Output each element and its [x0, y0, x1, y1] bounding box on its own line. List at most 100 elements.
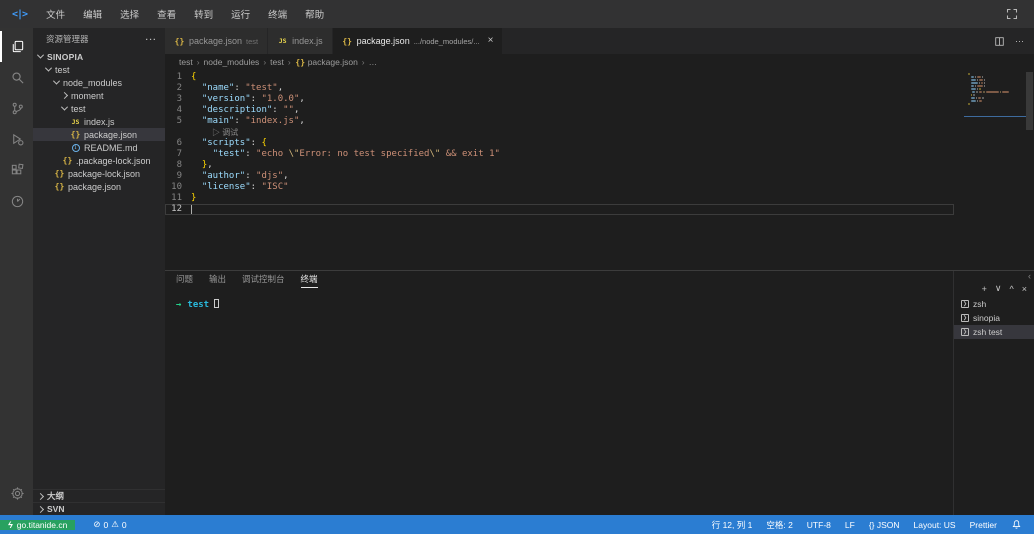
remote-indicator[interactable]: ϟ go.titanide.cn: [0, 520, 75, 530]
panel-tab-problems[interactable]: 问题: [176, 273, 193, 288]
close-panel-icon[interactable]: ×: [1022, 284, 1027, 294]
tree-item-label: test: [71, 104, 86, 114]
menu-help[interactable]: 帮助: [296, 0, 333, 28]
menu-view[interactable]: 查看: [148, 0, 185, 28]
tree-item-package-lock.json[interactable]: {}package-lock.json: [33, 167, 165, 180]
explorer-more-actions-icon[interactable]: ···: [146, 34, 158, 44]
menu-run[interactable]: 运行: [222, 0, 259, 28]
explorer-title: 资源管理器: [46, 33, 89, 45]
tab-package.json[interactable]: {}package.jsontest: [165, 28, 268, 54]
minimap-mark: [971, 94, 973, 96]
maximize-panel-icon[interactable]: ^: [1010, 284, 1014, 294]
code-editor[interactable]: 1{2 "name": "test",3 "version": "1.0.0",…: [165, 70, 1034, 270]
breadcrumb-item[interactable]: node_modules: [204, 57, 260, 67]
section-svn[interactable]: SVN: [33, 502, 165, 515]
tree-item-label: package-lock.json: [68, 169, 140, 179]
tab-strip-actions: ···: [984, 28, 1034, 54]
tab-index.js[interactable]: JSindex.js: [268, 28, 333, 54]
minimap-mark: [975, 76, 977, 78]
status-cursor-position[interactable]: 行 12, 列 1: [712, 519, 753, 531]
code-token: "license": [202, 182, 251, 193]
code-token: ,: [294, 105, 299, 116]
code-line-9: 9 "author": "djs",: [165, 171, 1034, 182]
code-line-8: 8 },: [165, 160, 1034, 171]
settings-gear-icon[interactable]: [0, 478, 33, 509]
terminal-instance-zsh[interactable]: ❯zsh: [954, 297, 1034, 311]
terminal-dropdown-icon[interactable]: ∨: [995, 283, 1002, 294]
line-number: 7: [165, 149, 191, 160]
tree-item-.package-lock.json[interactable]: {}.package-lock.json: [33, 154, 165, 167]
tree-item-index.js[interactable]: JSindex.js: [33, 115, 165, 128]
notifications-bell-icon[interactable]: [1011, 519, 1022, 530]
minimap[interactable]: [966, 73, 1024, 109]
breadcrumb-item[interactable]: …: [369, 57, 378, 67]
tab-package.json[interactable]: {}package.json.../node_modules/...×: [333, 28, 504, 54]
problems-status[interactable]: ⊘ 0 ⚠ 0: [93, 519, 126, 530]
editor-more-actions-icon[interactable]: ···: [1015, 36, 1024, 46]
panel-tab-debug-console[interactable]: 调试控制台: [242, 273, 285, 288]
code-token: "test": [213, 149, 246, 160]
minimap-mark: [982, 76, 984, 78]
minimap-mark: [973, 94, 975, 96]
source-control-icon[interactable]: [0, 93, 33, 124]
panel-tab-terminal[interactable]: 终端: [301, 273, 318, 288]
status-eol[interactable]: LF: [845, 520, 855, 530]
status-formatter[interactable]: Prettier: [970, 520, 997, 530]
minimap-mark: [982, 97, 984, 99]
extensions-icon[interactable]: [0, 155, 33, 186]
status-indentation[interactable]: 空格: 2: [766, 519, 792, 531]
terminal-instance-sinopia[interactable]: ❯sinopia: [954, 311, 1034, 325]
new-terminal-icon[interactable]: +: [982, 284, 987, 294]
prompt-cwd: test: [187, 300, 209, 310]
code-token: Error: no test specified: [299, 149, 429, 160]
codelens-debug-action[interactable]: ▷ 调试: [165, 127, 238, 138]
tree-item-package.json[interactable]: {}package.json: [33, 128, 165, 141]
menu-terminal[interactable]: 终端: [259, 0, 296, 28]
code-line-3: 3 "version": "1.0.0",: [165, 94, 1034, 105]
menu-edit[interactable]: 编辑: [74, 0, 111, 28]
breadcrumb-item[interactable]: {}package.json: [295, 57, 358, 67]
status-encoding[interactable]: UTF-8: [807, 520, 831, 530]
fullscreen-icon[interactable]: [1006, 8, 1018, 20]
minimap-mark: [971, 97, 975, 99]
chevron-down-icon: [45, 65, 52, 72]
tree-item-node_modules[interactable]: node_modules: [33, 76, 165, 89]
code-token: [191, 138, 202, 149]
activity-bar: [0, 28, 33, 515]
tree-item-SINOPIA[interactable]: SINOPIA: [33, 50, 165, 63]
tree-item-package.json[interactable]: {}package.json: [33, 180, 165, 193]
editor-area: {}package.jsontestJSindex.js{}package.js…: [165, 28, 1034, 515]
code-token: }: [191, 193, 196, 204]
run-debug-icon[interactable]: [0, 124, 33, 155]
tree-item-moment[interactable]: moment: [33, 89, 165, 102]
menu-selection[interactable]: 选择: [111, 0, 148, 28]
breadcrumb-item[interactable]: test: [270, 57, 284, 67]
split-editor-icon[interactable]: [994, 36, 1005, 47]
scrollbar-thumb[interactable]: [1026, 72, 1033, 130]
breadcrumb-item[interactable]: test: [179, 57, 193, 67]
terminal-output[interactable]: →test: [176, 291, 953, 310]
menu-file[interactable]: 文件: [37, 0, 74, 28]
explorer-icon[interactable]: [0, 31, 33, 62]
timer-extension-icon[interactable]: [0, 186, 33, 217]
editor-scrollbar[interactable]: [1025, 70, 1034, 270]
tree-item-test[interactable]: test: [33, 102, 165, 115]
tree-item-test[interactable]: test: [33, 63, 165, 76]
line-number: 5: [165, 116, 191, 127]
terminal-instance-label: zsh: [973, 299, 986, 309]
minimap-mark: [968, 100, 970, 102]
code-token: [191, 160, 202, 171]
section-outline[interactable]: 大纲: [33, 489, 165, 502]
tree-item-README.md[interactable]: iREADME.md: [33, 141, 165, 154]
terminal-instance-zsh-test[interactable]: ❯zsh test: [954, 325, 1034, 339]
panel-collapse-icon[interactable]: ‹: [954, 271, 1034, 282]
status-layout[interactable]: Layout: US: [914, 520, 956, 530]
code-token: "test": [245, 83, 278, 94]
panel-tab-output[interactable]: 输出: [209, 273, 226, 288]
menu-goto[interactable]: 转到: [185, 0, 222, 28]
tab-close-icon[interactable]: ×: [488, 36, 494, 46]
json-file-icon: {}: [342, 37, 353, 46]
search-icon[interactable]: [0, 62, 33, 93]
minimap-line: [966, 94, 1024, 96]
status-language-mode[interactable]: {} JSON: [869, 520, 900, 530]
